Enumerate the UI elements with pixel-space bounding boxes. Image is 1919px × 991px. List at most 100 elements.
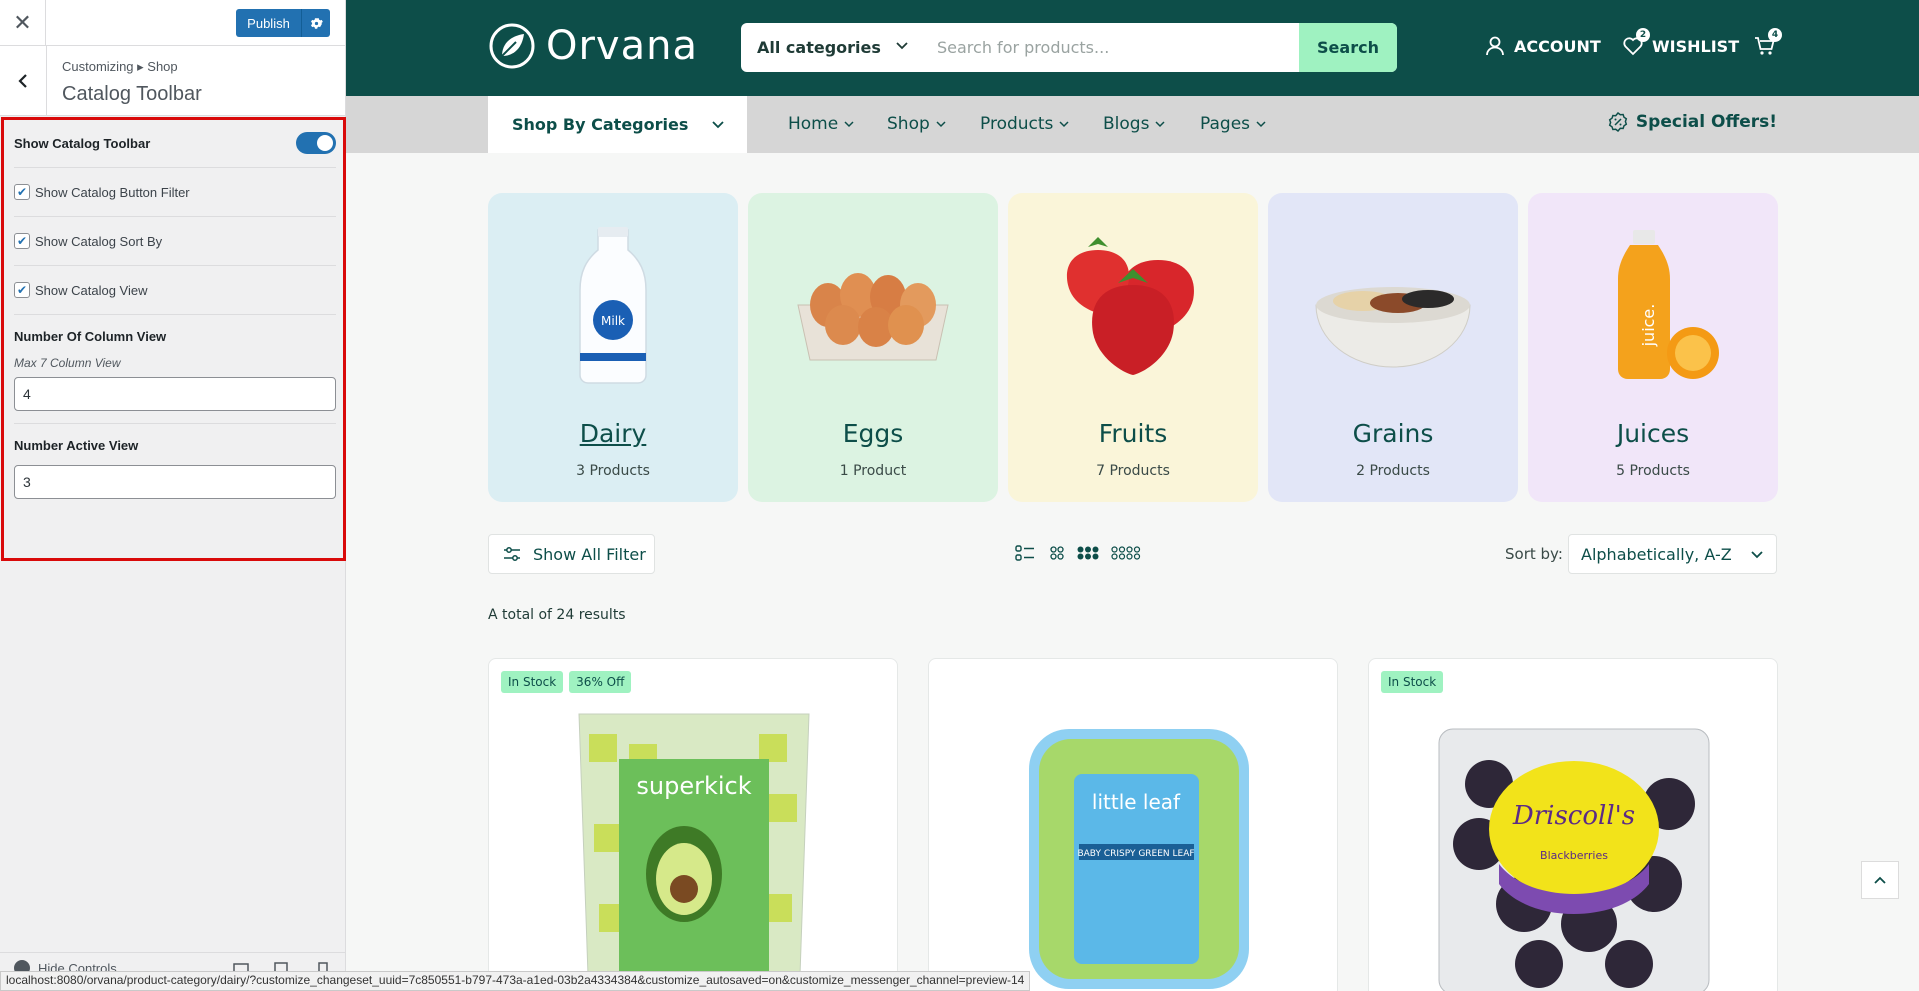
svg-text:little leaf: little leaf [1092,790,1181,814]
cb-sort-checkbox[interactable]: ✔ [14,233,30,249]
nav-item-pages[interactable]: Pages [1200,114,1266,134]
special-offers-link[interactable]: Special Offers! [1608,112,1777,132]
svg-text:Blackberries: Blackberries [1540,849,1608,862]
show-toolbar-toggle[interactable] [296,132,336,154]
columns-input[interactable]: 4 [14,377,336,411]
back-arrow-icon[interactable] [0,46,47,116]
catalog-toolbar-controls: Show Catalog Toolbar ✔ Show Catalog Butt… [1,117,346,561]
cb-sort: ✔ Show Catalog Sort By [14,233,162,249]
nav-label: Home [788,114,839,134]
cb-filter-checkbox[interactable]: ✔ [14,184,30,200]
discount-badge-icon [1608,112,1628,132]
search-button[interactable]: Search [1299,23,1397,72]
filter-sliders-icon [504,547,520,561]
shop-by-categories[interactable]: Shop By Categories [488,96,747,153]
category-card-grains[interactable]: Grains 2 Products [1268,193,1518,502]
category-count: 1 Product [839,463,907,479]
category-card-eggs[interactable]: Eggs 1 Product [748,193,998,502]
chevron-down-icon [1256,121,1266,128]
leaf-logo-icon [489,23,535,69]
nav-label: Pages [1200,114,1251,134]
nav-item-shop[interactable]: Shop [887,114,946,134]
shop-by-categories-label: Shop By Categories [512,115,689,134]
search-bar: All categories Search for products... Se… [741,23,1397,72]
stock-badge: In Stock [1381,671,1444,693]
cb-filter-label: Show Catalog Button Filter [35,184,190,200]
lettuce-box-image: little leaf BABY CRISPY GREEN LEAF [1029,729,1249,989]
columns-desc: Max 7 Column View [14,356,121,370]
nav-item-products[interactable]: Products [980,114,1069,134]
cb-view-checkbox[interactable]: ✔ [14,282,30,298]
special-offers-label: Special Offers! [1635,112,1777,132]
main-nav: Shop By Categories Home Shop Products Bl… [346,96,1919,153]
chevron-down-icon [844,121,854,128]
search-input[interactable]: Search for products... [937,23,1197,72]
show-all-filter-button[interactable]: Show All Filter [488,534,655,574]
category-count: 7 Products [1096,463,1170,479]
sort-select-value: Alphabetically, A-Z [1581,544,1732,564]
cb-filter: ✔ Show Catalog Button Filter [14,184,190,200]
cart-count-badge: 4 [1768,28,1782,42]
category-card-juices[interactable]: juice. Juices 5 Products [1528,193,1778,502]
cart-link[interactable]: 4 [1754,28,1782,57]
active-view-input[interactable]: 3 [14,465,336,499]
site-logo[interactable]: Orvana [488,22,698,70]
avocado-pack-image: superkick [578,713,810,991]
eggs-carton-image [797,273,949,361]
category-card-dairy[interactable]: Milk Dairy 3 Products [488,193,738,502]
sort-by-label: Sort by: [1505,545,1563,563]
grid-3-view-icon[interactable] [1077,543,1099,563]
product-tags: In Stock [1381,671,1444,693]
nav-label: Blogs [1103,114,1150,134]
category-name[interactable]: Eggs [748,419,998,448]
chevron-down-icon [1059,121,1069,128]
columns-control: Number Of Column View Max 7 Column View … [14,315,336,424]
grid-4-view-icon[interactable] [1111,543,1141,563]
product-card[interactable]: In Stock 36% Off superkick [488,658,898,991]
active-view-control: Number Active View 3 [14,424,336,514]
close-icon[interactable]: ✕ [0,0,46,46]
publish-button[interactable]: Publish [236,9,302,37]
category-select[interactable]: All categories [741,23,921,72]
list-view-icon[interactable] [1015,543,1035,563]
sort-select[interactable]: Alphabetically, A-Z [1568,534,1777,574]
cb-filter-control: ✔ Show Catalog Button Filter [14,168,336,217]
grain-bowl-image [1315,287,1471,368]
section-title: Catalog Toolbar [62,83,202,105]
strawberries-image [1066,237,1194,375]
publish-group: Publish [236,9,330,37]
product-card[interactable]: In Stock Driscoll's Blackberries [1368,658,1778,991]
show-toolbar-control: Show Catalog Toolbar [14,120,336,168]
category-name[interactable]: Juices [1528,419,1778,448]
svg-text:superkick: superkick [636,772,751,800]
stock-badge: In Stock [501,671,564,693]
discount-badge: 36% Off [569,671,632,693]
nav-label: Shop [887,114,930,134]
category-card-fruits[interactable]: Fruits 7 Products [1008,193,1258,502]
category-name[interactable]: Dairy [488,419,738,448]
category-count: 5 Products [1616,463,1690,479]
browser-status-bar: localhost:8080/orvana/product-category/d… [0,971,1031,991]
nav-label: Products [980,114,1054,134]
gear-icon[interactable] [302,9,330,37]
scroll-to-top-button[interactable] [1861,861,1899,899]
show-toolbar-label: Show Catalog Toolbar [14,136,151,151]
account-link[interactable]: ACCOUNT [1484,35,1601,57]
category-count: 3 Products [576,463,650,479]
chevron-down-icon [1751,551,1763,559]
nav-item-home[interactable]: Home [788,114,854,134]
customizer-header: ✕ Publish [0,0,345,46]
category-count: 2 Products [1356,463,1430,479]
nav-item-blogs[interactable]: Blogs [1103,114,1165,134]
cb-sort-label: Show Catalog Sort By [35,233,163,249]
product-card[interactable]: little leaf BABY CRISPY GREEN LEAF [928,658,1338,991]
cb-view-label: Show Catalog View [35,282,148,298]
chevron-up-icon [1874,876,1886,884]
category-name[interactable]: Fruits [1008,419,1258,448]
category-name[interactable]: Grains [1268,419,1518,448]
active-view-label: Number Active View [14,438,139,453]
svg-text:Driscoll's: Driscoll's [1512,801,1635,831]
breadcrumb: Customizing ▸ Shop [62,59,178,74]
grid-2-view-icon[interactable] [1050,543,1064,563]
wishlist-link[interactable]: 2 WISHLIST [1622,28,1739,57]
